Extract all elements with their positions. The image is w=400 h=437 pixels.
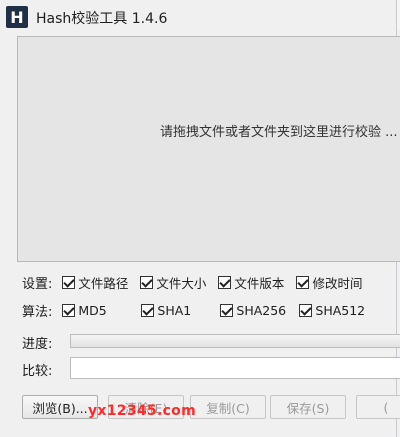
algorithm-row: 算法: MD5 SHA1 SHA256 SHA512 <box>22 300 365 320</box>
checkbox-label: MD5 <box>78 302 107 318</box>
checkbox-checked-icon[interactable] <box>141 303 155 317</box>
settings-label: 设置: <box>22 276 53 292</box>
checkbox-file-size[interactable]: 文件大小 <box>140 273 206 292</box>
checkbox-checked-icon[interactable] <box>296 275 310 289</box>
checkbox-sha512[interactable]: SHA512 <box>299 303 365 318</box>
copy-button[interactable]: 复制(C) <box>190 395 266 419</box>
checkbox-label: 文件版本 <box>234 275 285 291</box>
checkbox-label: SHA512 <box>315 302 366 318</box>
browse-button[interactable]: 浏览(B)... <box>22 395 98 419</box>
title-bar[interactable]: H Hash校验工具 1.4.6 <box>0 0 396 34</box>
checkbox-file-version[interactable]: 文件版本 <box>218 273 284 292</box>
checkbox-sha256[interactable]: SHA256 <box>220 303 299 318</box>
file-drop-area[interactable]: 请拖拽文件或者文件夹到这里进行校验 ... <box>17 36 400 262</box>
checkbox-checked-icon[interactable] <box>218 275 232 289</box>
progress-label: 进度: <box>22 337 53 352</box>
watermark: yx12345.com <box>88 403 196 419</box>
checkbox-label: SHA1 <box>157 302 192 318</box>
checkbox-sha1[interactable]: SHA1 <box>141 303 220 318</box>
checkbox-checked-icon[interactable] <box>62 303 76 317</box>
checkbox-label: SHA256 <box>236 302 287 318</box>
drop-hint-text: 请拖拽文件或者文件夹到这里进行校验 ... <box>160 125 398 140</box>
partial-button[interactable]: ( <box>356 395 400 419</box>
settings-row: 设置: 文件路径 文件大小 文件版本 修改时间 <box>22 272 362 292</box>
app-window: H Hash校验工具 1.4.6 请拖拽文件或者文件夹到这里进行校验 ... 设… <box>0 0 400 437</box>
checkbox-label: 文件大小 <box>156 275 207 291</box>
compare-label: 比较: <box>22 364 53 379</box>
progress-bar <box>70 334 400 348</box>
compare-input[interactable] <box>70 357 400 379</box>
checkbox-checked-icon[interactable] <box>62 275 76 289</box>
app-icon: H <box>6 6 28 28</box>
save-button[interactable]: 保存(S) <box>270 395 346 419</box>
checkbox-file-path[interactable]: 文件路径 <box>62 273 128 292</box>
checkbox-checked-icon[interactable] <box>299 303 313 317</box>
checkbox-label: 修改时间 <box>312 275 363 291</box>
checkbox-modified-time[interactable]: 修改时间 <box>296 273 362 292</box>
checkbox-checked-icon[interactable] <box>140 275 154 289</box>
algorithm-label: 算法: <box>22 304 53 320</box>
checkbox-md5[interactable]: MD5 <box>62 303 141 318</box>
checkbox-label: 文件路径 <box>78 275 129 291</box>
checkbox-checked-icon[interactable] <box>220 303 234 317</box>
window-title: Hash校验工具 1.4.6 <box>36 11 168 27</box>
